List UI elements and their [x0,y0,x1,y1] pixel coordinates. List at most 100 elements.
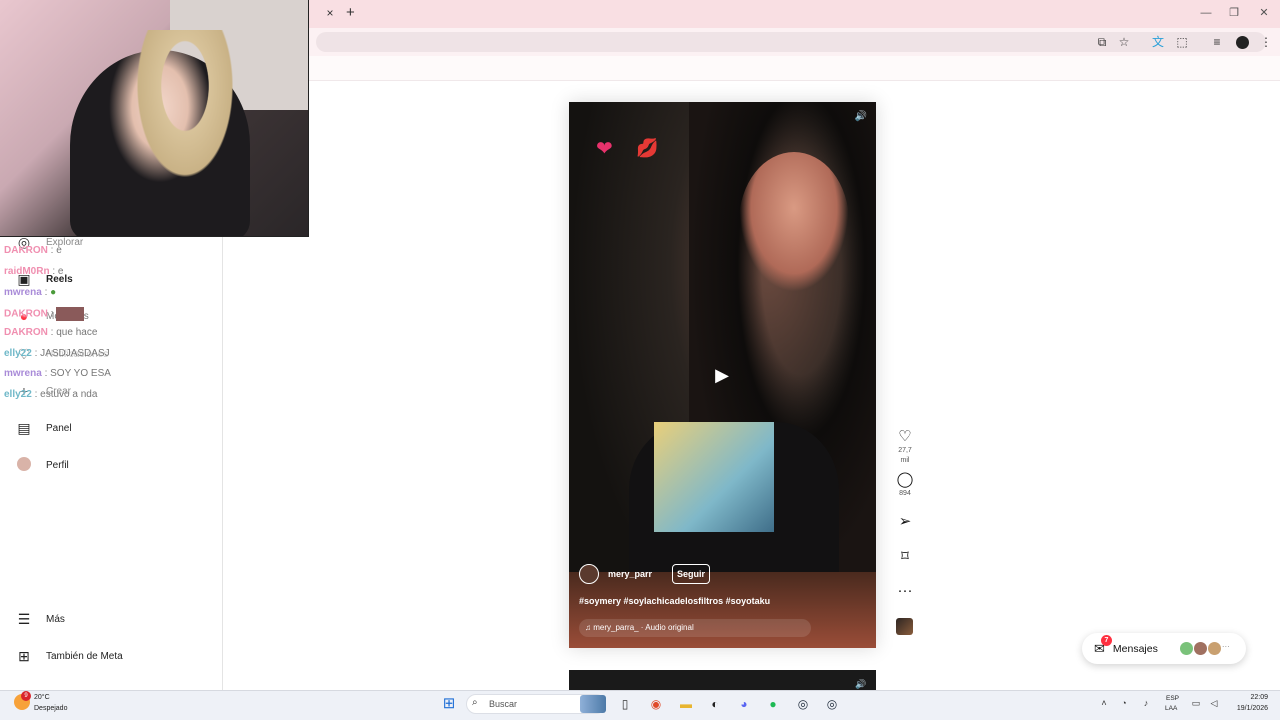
chat-line: elly22 : JASDJASDASJ [4,348,110,359]
microphone-icon[interactable]: ♪ [1140,697,1152,709]
reel-audio-link[interactable]: ♫ mery_parra_ · Audio original [579,619,811,637]
webcam-overlay [0,0,309,237]
search-highlight-icon[interactable] [580,695,606,713]
chat-message: : e [50,245,62,256]
chat-line: DAKRON : que hace [4,327,97,338]
sidebar-item-label: También de Meta [46,650,123,662]
chat-message: : e [52,266,64,277]
emote-image-icon [56,307,85,321]
bookmark-star-icon[interactable]: ☆ [1116,34,1132,50]
keyboard-language[interactable]: ESP [1166,695,1179,702]
tray-chevron-icon[interactable]: ˄ [1098,697,1110,709]
messages-badge: 7 [1101,634,1112,646]
sidebar-item-meta[interactable]: ⊞ También de Meta [14,645,214,667]
avatar-icon [14,456,34,474]
ellipsis-icon: ··· [897,582,913,599]
chrome-icon[interactable]: ◉ [647,695,665,713]
speaker-icon[interactable]: ◁ [1208,697,1220,709]
reel-author-avatar[interactable] [579,564,599,584]
frog-emote-icon: ● [50,287,57,298]
webcam-hair [130,30,240,190]
save-button[interactable]: ⌑ [894,548,916,566]
task-view-icon[interactable]: ▯ [616,695,634,713]
next-reel-video[interactable] [569,670,876,690]
steam-icon[interactable]: ◎ [794,695,812,713]
chat-user: DAKRON [4,308,48,320]
keyboard-layout[interactable]: LAA [1165,705,1177,712]
browser-menu-icon[interactable]: ⋮ [1258,34,1274,50]
chat-message: : SOY YO ESA [44,368,111,379]
file-explorer-icon[interactable]: ▬ [677,695,695,713]
chat-user: DAKRON [4,245,48,256]
chat-message: : [50,308,54,320]
like-button[interactable]: ♡ 27,7 mil [894,428,916,466]
reel-author-username[interactable]: mery_parr [608,569,652,579]
extensions-icon[interactable]: ⬚ [1174,34,1190,50]
grid-icon: ⊞ [18,647,30,664]
sidebar-item-perfil[interactable]: Perfil [14,454,214,476]
follow-button[interactable]: Seguir [672,564,711,584]
minimize-button[interactable]: — [1196,6,1216,20]
spotify-icon[interactable]: ● [764,695,782,713]
volume-icon[interactable]: 🔊 [854,678,868,690]
taskbar-date[interactable]: 19/1/2026 [1228,705,1268,712]
send-icon: ➢ [898,513,912,530]
page-top-band [309,56,1280,81]
tray-app-icon[interactable]: ◔ [1118,697,1130,709]
recent-contacts: ··· [1179,642,1230,655]
chat-line: mwrena : ● [4,287,56,298]
page-scrollbar[interactable] [1272,81,1280,690]
share-button[interactable]: ➢ [894,513,916,531]
kiss-sticker-icon: 💋 [636,138,659,158]
heart-icon: ♡ [898,428,912,445]
messages-label: Mensajes [1112,642,1158,655]
sidebar-item-label: Perfil [46,459,69,471]
chat-line: DAKRON : e [4,245,62,256]
obs-icon[interactable]: ◐ [706,695,724,713]
sidebar-item-mas[interactable]: ☰ Más [14,608,214,630]
reel-face [739,152,849,292]
chat-message: : JASDJASDASJ [34,348,110,359]
hearts-sticker-icon: ❤ [596,138,613,160]
search-icon: ⌕ [472,697,478,708]
taskbar-clock[interactable]: 22:09 [1246,694,1268,701]
chat-user: elly22 [4,348,32,359]
chat-message: : [44,287,48,298]
more-options-button[interactable]: ··· [894,582,916,600]
sidebar-item-panel[interactable]: ▤ Panel [14,417,214,439]
network-icon[interactable]: ▭ [1190,697,1202,709]
steam-alt-icon[interactable]: ◎ [823,695,841,713]
translate-extension-icon[interactable]: 文 [1150,34,1166,50]
chat-user: DAKRON [4,327,48,338]
chat-line: raidM0Rn : e [4,266,63,277]
comment-icon: ◯ [896,471,914,488]
media-control-icon[interactable]: ≡ [1209,34,1225,50]
weather-badge: 9 [21,691,31,701]
start-icon[interactable]: ⊞ [440,695,458,713]
profile-avatar-icon[interactable] [1234,34,1250,50]
bookmark-icon: ⌑ [901,548,909,565]
chat-line: mwrena : SOY YO ESA [4,368,111,379]
sidebar-item-label: Más [46,613,65,625]
chat-message: : que hace [50,327,98,338]
window-close-button[interactable]: ✕ [1254,6,1274,20]
tab-close-icon[interactable]: × [323,6,337,20]
install-app-icon[interactable]: ⧉ [1094,34,1110,50]
play-icon[interactable]: ▶ [712,365,732,385]
reel-audio-label: mery_parra_ · Audio original [593,623,694,632]
discord-icon[interactable]: ◕ [735,695,753,713]
new-tab-button[interactable]: + [346,5,360,21]
maximize-button[interactable]: ❐ [1224,6,1244,20]
comment-button[interactable]: ◯ 894 [894,471,916,499]
chat-line: DAKRON : [4,307,85,321]
messages-button[interactable]: ✉ 7 Mensajes ··· [1082,633,1246,664]
music-note-icon: ♫ [585,623,591,632]
like-count: 27,7 mil [898,447,912,464]
weather-temperature: 20°C [34,694,50,701]
volume-icon[interactable]: 🔊 [854,110,868,124]
contact-avatar [1179,642,1193,655]
tab-strip [309,0,1280,28]
weather-condition: Despejado [34,705,68,712]
chat-user: raidM0Rn [4,266,50,277]
audio-thumbnail[interactable] [896,618,913,635]
